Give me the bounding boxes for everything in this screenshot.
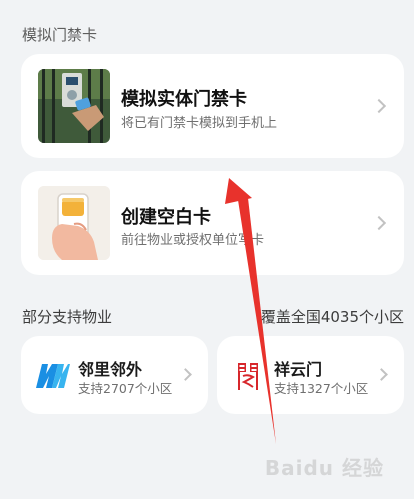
partner-card-linli[interactable]: 邻里邻外 支持2707个小区: [21, 336, 208, 414]
baidu-watermark: Baidu 经验: [264, 456, 384, 480]
chevron-right-icon: [375, 368, 388, 381]
gate-reader-photo-icon: [38, 69, 110, 143]
section-title-simulate: 模拟门禁卡: [22, 26, 98, 44]
simulate-card-subtitle: 将已有门禁卡模拟到手机上: [121, 116, 278, 131]
partner-name: 邻里邻外: [78, 360, 143, 379]
coverage-count: 覆盖全国4035个小区: [260, 308, 404, 326]
simulate-physical-card-button[interactable]: 模拟实体门禁卡 将已有门禁卡模拟到手机上: [21, 54, 404, 158]
hand-holding-phone-icon: [38, 186, 110, 260]
partner-card-xiangyun[interactable]: 祥云门 支持1327个小区: [217, 336, 404, 414]
xiangyun-logo-icon: [235, 360, 263, 396]
create-blank-card-button[interactable]: 创建空白卡 前往物业或授权单位写卡: [21, 171, 404, 275]
chevron-right-icon: [179, 368, 192, 381]
partner-count: 支持2707个小区: [78, 381, 173, 396]
blank-card-title: 创建空白卡: [121, 207, 211, 228]
simulate-card-title: 模拟实体门禁卡: [121, 89, 247, 110]
blank-card-subtitle: 前往物业或授权单位写卡: [121, 233, 265, 248]
chevron-right-icon: [371, 98, 387, 114]
linli-logo-icon: [34, 362, 70, 394]
chevron-right-icon: [371, 215, 387, 231]
partner-name: 祥云门: [274, 360, 323, 379]
partner-count: 支持1327个小区: [274, 381, 369, 396]
section-title-property: 部分支持物业: [22, 308, 113, 326]
